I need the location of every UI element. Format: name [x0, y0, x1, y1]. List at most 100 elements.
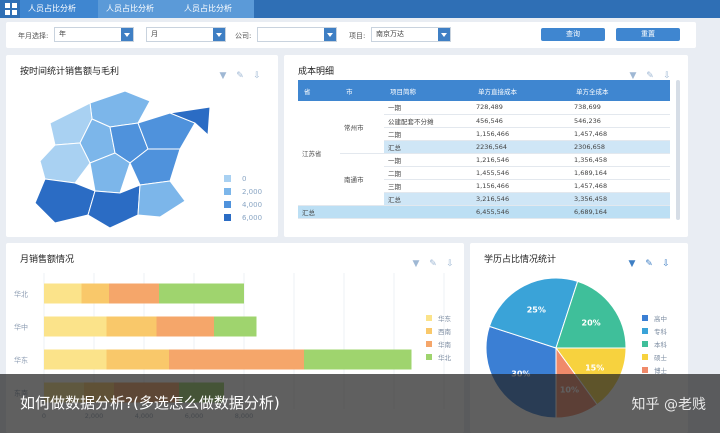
cost-panel-title: 成本明细 [298, 67, 335, 77]
project-cell: 二期 [384, 166, 472, 180]
year-month-label: 年月选择: [18, 32, 49, 40]
legend-swatch [642, 341, 648, 347]
slice-label: 15% [585, 364, 604, 373]
category-label: 华北 [14, 290, 28, 299]
caption-overlay: 如何做数据分析?(多选怎么做数据分析) 知乎 @老贱 [0, 374, 720, 433]
direct-cost-cell: 728,489 [472, 101, 570, 115]
cost-panel-tools: ▼ ✎ ⇩ [621, 63, 672, 81]
header-province: 省 [298, 80, 340, 101]
legend-label: 华北 [438, 353, 452, 362]
table-row[interactable]: 南通市 一期 1,216,546 1,356,458 [298, 153, 670, 206]
company-label: 公司: [235, 32, 252, 40]
year-select-value: 年 [59, 30, 66, 38]
full-cost-cell: 1,689,164 [570, 166, 670, 180]
slice-label: 20% [582, 318, 601, 327]
tab-personnel-2[interactable]: 人员占比分析 [98, 0, 176, 18]
table-scrollbar[interactable] [676, 80, 680, 220]
total-full: 6,689,164 [570, 205, 670, 219]
month-select-value: 月 [151, 30, 158, 38]
shandong-map [34, 90, 211, 229]
tab-personnel-3[interactable]: 人员占比分析 [176, 0, 254, 18]
category-label: 华中 [14, 323, 28, 332]
legend-label: 硕士 [654, 353, 668, 362]
subtotal-full: 2306,658 [570, 140, 670, 154]
map-panel: 按时间统计销售额与毛利 ▼ ✎ ⇩ 0 2,000 4,000 6,000 [6, 55, 278, 237]
subtotal-direct: 2236,564 [472, 140, 570, 154]
table-row[interactable]: 江苏省 常州市 一期 728,489 738,699 [298, 101, 670, 206]
legend-swatch [642, 354, 648, 360]
full-cost-cell: 1,457,468 [570, 127, 670, 141]
full-cost-cell: 1,356,458 [570, 153, 670, 167]
direct-cost-cell: 456,546 [472, 114, 570, 128]
tab-personnel-1[interactable]: 人员占比分析 [20, 0, 98, 18]
legend-swatch [426, 315, 432, 321]
header-project: 项目简称 [384, 80, 472, 101]
legend-label: 0 [242, 175, 247, 183]
full-cost-cell: 1,457,468 [570, 179, 670, 193]
top-tab-bar: 人员占比分析 人员占比分析 人员占比分析 [0, 0, 720, 18]
map-region-7 [39, 142, 91, 184]
direct-cost-cell: 1,156,466 [472, 179, 570, 193]
legend-label: 本科 [654, 340, 668, 349]
year-select[interactable]: 年 [54, 27, 134, 42]
map-panel-tools: ▼ ✎ ⇩ [211, 63, 262, 81]
cost-table: 省 市 项目简称 单方直接成本 单方全成本 江苏省 常州市 一期 728,489… [298, 80, 670, 219]
bar-segment [214, 316, 257, 337]
bar-segment [44, 316, 107, 337]
bar-segment [169, 349, 304, 370]
article-title: 如何做数据分析?(多选怎么做数据分析) [20, 394, 280, 412]
project-cell: 公建配套不分摊 [384, 114, 472, 128]
chevron-down-icon [213, 28, 225, 41]
legend-swatch [642, 367, 648, 373]
legend-label: 6,000 [242, 214, 263, 222]
direct-cost-cell: 1,156,466 [472, 127, 570, 141]
project-select[interactable]: 南京万达 [371, 27, 451, 42]
legend-swatch [224, 214, 231, 221]
filter-icon[interactable]: ▼ [218, 71, 228, 81]
bar-segment [106, 316, 157, 337]
reset-button[interactable]: 重置 [616, 28, 680, 41]
subtotal-label: 汇总 [384, 140, 472, 154]
bar-segment [44, 283, 82, 304]
subtotal-full: 3,356,458 [570, 192, 670, 206]
total-label: 汇总 [298, 205, 472, 219]
legend-swatch [426, 341, 432, 347]
legend-label: 华东 [438, 314, 452, 323]
legend-swatch [224, 188, 231, 195]
legend-label: 高中 [654, 314, 667, 323]
bar-segment [44, 349, 107, 370]
slice-label: 25% [527, 305, 546, 314]
full-cost-cell: 546,236 [570, 114, 670, 128]
chevron-down-icon [438, 28, 450, 41]
legend-label: 专科 [654, 327, 668, 336]
subtotal-label: 汇总 [384, 192, 472, 206]
bar-segment [109, 283, 159, 304]
direct-cost-cell: 1,216,546 [472, 153, 570, 167]
month-select[interactable]: 月 [146, 27, 226, 42]
full-cost-cell: 738,699 [570, 101, 670, 115]
project-select-value: 南京万达 [376, 30, 404, 38]
subtotal-direct: 3,216,546 [472, 192, 570, 206]
author-credit: 知乎 @老贱 [631, 397, 706, 413]
map-panel-title: 按时间统计销售额与毛利 [20, 67, 120, 77]
category-label: 华东 [14, 356, 28, 365]
edit-icon[interactable]: ✎ [235, 71, 245, 81]
province-cell: 江苏省 [298, 101, 340, 206]
grid-icon[interactable] [5, 3, 17, 15]
map-region-12 [137, 180, 186, 218]
legend-label: 2,000 [242, 188, 263, 196]
city-cell: 常州市 [340, 101, 384, 154]
bar-segment [304, 349, 412, 370]
legend-label: 华南 [438, 340, 452, 349]
bar-segment [106, 349, 169, 370]
company-select[interactable] [257, 27, 337, 42]
query-button[interactable]: 查询 [541, 28, 605, 41]
legend-label: 西南 [438, 327, 452, 336]
legend-swatch [426, 328, 432, 334]
total-row[interactable]: 汇总 6,455,546 6,689,164 [298, 205, 670, 219]
header-direct-cost: 单方直接成本 [472, 80, 570, 101]
legend-swatch [642, 328, 648, 334]
project-cell: 三期 [384, 179, 472, 193]
direct-cost-cell: 1,455,546 [472, 166, 570, 180]
export-icon[interactable]: ⇩ [252, 71, 262, 81]
